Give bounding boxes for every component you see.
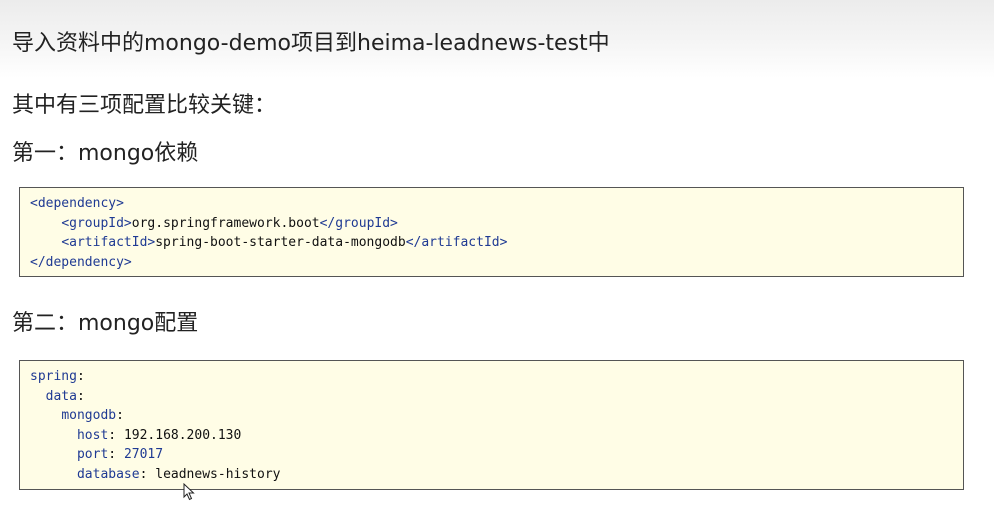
yaml-key: database (76, 466, 140, 482)
xml-tag: <artifactId> (61, 235, 156, 250)
yaml-key: data (45, 388, 77, 404)
xml-tag: </artifactId> (405, 235, 508, 250)
yaml-config-code-block: spring: data: mongodb: host: 192.168.200… (19, 360, 964, 490)
dependency-code-block: <dependency> <groupId>org.springframewor… (19, 187, 964, 277)
code-line: data: (45, 388, 85, 404)
xml-tag: </dependency> (30, 254, 132, 270)
code-line: <artifactId>spring-boot-starter-data-mon… (30, 233, 953, 253)
xml-tag: <groupId> (61, 215, 132, 231)
code-line: <dependency> (30, 194, 953, 214)
yaml-key: spring (30, 369, 77, 384)
code-line: <groupId>org.springframework.boot</group… (30, 214, 953, 234)
yaml-value: 192.168.200.130 (123, 427, 242, 443)
code-line: port: 27017 (76, 447, 164, 462)
code-line: mongodb: (61, 408, 124, 423)
yaml-key: host (76, 427, 109, 443)
xml-value: org.springframework.boot (131, 215, 320, 231)
mouse-pointer-icon (183, 483, 195, 501)
section-heading-key-configs: 其中有三项配置比较关键： (12, 93, 277, 118)
code-line: database: leadnews-history (76, 466, 281, 482)
code-line: host: 192.168.200.130 (76, 427, 242, 443)
code-line: spring: (30, 369, 85, 384)
code-line: </dependency> (30, 253, 953, 273)
xml-value: spring-boot-starter-data-mongodb (155, 235, 406, 250)
section-heading-mongo-config: 第二：mongo配置 (12, 311, 199, 336)
yaml-key: port (76, 447, 109, 462)
document-page: 导入资料中的mongo-demo项目到heima-leadnews-test中 … (0, 0, 994, 505)
xml-tag: <dependency> (30, 196, 124, 211)
section-heading-mongo-dependency: 第一：mongo依赖 (12, 141, 199, 166)
yaml-key: mongodb (61, 408, 117, 423)
yaml-value: 27017 (123, 447, 164, 462)
yaml-value: leadnews-history (155, 466, 281, 482)
xml-tag: </groupId> (319, 215, 398, 231)
page-title: 导入资料中的mongo-demo项目到heima-leadnews-test中 (12, 31, 610, 56)
